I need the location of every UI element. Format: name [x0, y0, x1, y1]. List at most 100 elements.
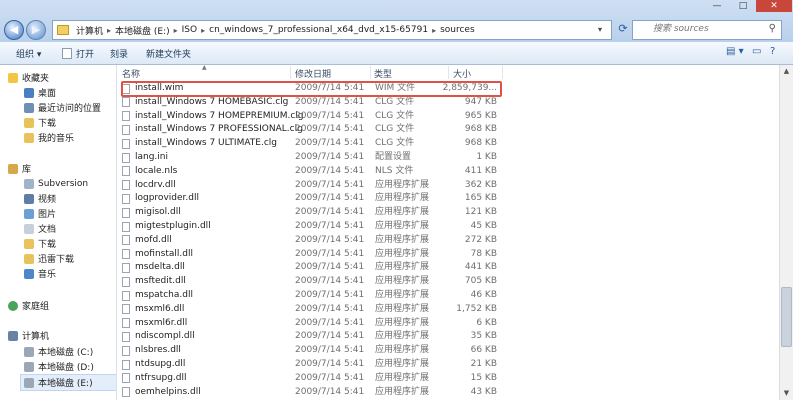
column-header-date[interactable]: 修改日期	[295, 65, 331, 81]
sidebar-item-computer[interactable]: 计算机	[8, 328, 49, 343]
file-type: 应用程序扩展	[375, 331, 430, 342]
search-box[interactable]: ⚲	[632, 20, 782, 40]
file-row[interactable]: migisol.dll 2009/7/14 5:41 应用程序扩展 121 KB	[118, 206, 778, 219]
refresh-icon[interactable]: ⟳	[614, 20, 632, 38]
sidebar-item-videos[interactable]: 视频	[24, 191, 56, 206]
sidebar-item-lib-music[interactable]: 音乐	[24, 266, 56, 281]
file-row[interactable]: ntdsupg.dll 2009/7/14 5:41 应用程序扩展 21 KB	[118, 358, 778, 371]
back-arrow-icon[interactable]: ◀	[4, 20, 24, 40]
search-input[interactable]	[653, 21, 777, 37]
sidebar-item-libraries[interactable]: 库	[8, 161, 31, 176]
file-row[interactable]: install_Windows 7 PROFESSIONAL.clg 2009/7…	[118, 123, 778, 136]
minimize-button[interactable]: —	[704, 0, 730, 12]
column-divider[interactable]	[502, 66, 503, 79]
file-name-cell: migtestplugin.dll	[122, 220, 211, 233]
column-header-type[interactable]: 类型	[374, 65, 392, 81]
preview-pane-icon[interactable]: ▭	[752, 46, 761, 57]
address-bar[interactable]: 计算机 ▸ 本地磁盘 (E:) ▸ ISO ▸ cn_windows_7_professio…	[52, 20, 612, 40]
file-name: msxml6.dll	[135, 303, 185, 314]
file-name-cell: install_Windows 7 ULTIMATE.clg	[122, 137, 277, 150]
file-icon	[122, 193, 130, 204]
file-row[interactable]: msxml6.dll 2009/7/14 5:41 应用程序扩展 1,752 KB	[118, 303, 778, 316]
file-row[interactable]: install_Windows 7 HOMEBASIC.clg 2009/7/14…	[118, 96, 778, 109]
file-icon	[122, 387, 130, 398]
sidebar-item-drive-d[interactable]: 本地磁盘 (D:)	[24, 359, 94, 374]
file-row[interactable]: install_Windows 7 HOMEPREMIUM.clg 2009/7/…	[118, 110, 778, 123]
file-row[interactable]: locale.nls 2009/7/14 5:41 NLS 文件 411 KB	[118, 165, 778, 178]
new-folder-button[interactable]: 新建文件夹	[146, 47, 191, 60]
sidebar-item-downloads[interactable]: 下载	[24, 115, 56, 130]
vertical-scrollbar[interactable]: ▲ ▼	[779, 65, 793, 400]
column-divider[interactable]	[290, 66, 291, 79]
breadcrumb-item[interactable]: ▸ cn_windows_7_professional_x64_dvd_x15-6…	[200, 24, 431, 37]
sidebar-item-lib-downloads[interactable]: 下载	[24, 236, 56, 251]
file-date: 2009/7/14 5:41	[295, 207, 365, 218]
sidebar-item-desktop[interactable]: 桌面	[24, 85, 56, 100]
file-row[interactable]: logprovider.dll 2009/7/14 5:41 应用程序扩展 165 K…	[118, 192, 778, 205]
file-row[interactable]: msftedit.dll 2009/7/14 5:41 应用程序扩展 705 KB	[118, 275, 778, 288]
burn-button[interactable]: 刻录	[110, 47, 128, 60]
file-name: oemhelpins.dll	[135, 386, 201, 397]
column-divider[interactable]	[370, 66, 371, 79]
scroll-down-icon[interactable]: ▼	[781, 388, 792, 399]
sidebar-item-homegroup[interactable]: 家庭组	[8, 298, 49, 313]
sidebar-item-subversion[interactable]: Subversion	[24, 176, 88, 191]
file-row[interactable]: msdelta.dll 2009/7/14 5:41 应用程序扩展 441 KB	[118, 261, 778, 274]
address-dropdown-icon[interactable]: ▾	[598, 25, 602, 34]
music-note-icon	[24, 268, 34, 279]
breadcrumb-item[interactable]: ▸ sources	[431, 24, 478, 37]
file-row[interactable]: mspatcha.dll 2009/7/14 5:41 应用程序扩展 46 KB	[118, 289, 778, 302]
help-icon[interactable]: ?	[770, 46, 775, 57]
sidebar-item-documents[interactable]: 文档	[24, 221, 56, 236]
maximize-button[interactable]: □	[730, 0, 756, 12]
navigation-pane: 收藏夹 桌面 最近访问的位置 下载 我的音乐 库 Subversion 视频 图…	[0, 65, 117, 400]
open-button[interactable]: 打开	[62, 47, 94, 60]
file-row[interactable]: migtestplugin.dll 2009/7/14 5:41 应用程序扩展 45 …	[118, 220, 778, 233]
sidebar-item-label: 本地磁盘 (D:)	[38, 363, 94, 373]
column-header-size[interactable]: 大小	[453, 65, 471, 81]
file-row[interactable]: msxml6r.dll 2009/7/14 5:41 应用程序扩展 6 KB	[118, 317, 778, 330]
sidebar-item-thunder-downloads[interactable]: 迅雷下载	[24, 251, 74, 266]
sidebar-item-drive-e[interactable]: 本地磁盘 (E:)	[20, 374, 116, 391]
file-row[interactable]: nlsbres.dll 2009/7/14 5:41 应用程序扩展 66 KB	[118, 344, 778, 357]
column-divider[interactable]	[448, 66, 449, 79]
sidebar-item-drive-c[interactable]: 本地磁盘 (C:)	[24, 344, 93, 359]
file-row[interactable]: install_Windows 7 ULTIMATE.clg 2009/7/14 …	[118, 137, 778, 150]
scroll-thumb[interactable]	[781, 287, 792, 347]
file-type: 配置设置	[375, 152, 412, 162]
file-type: CLG 文件	[375, 110, 415, 121]
file-row[interactable]: mofinstall.dll 2009/7/14 5:41 应用程序扩展 78 KB	[118, 248, 778, 261]
file-name-cell: mspatcha.dll	[122, 289, 193, 302]
file-row[interactable]: lang.ini 2009/7/14 5:41 配置设置 1 KB	[118, 151, 778, 164]
file-date: 2009/7/14 5:41	[295, 124, 365, 135]
file-date: 2009/7/14 5:41	[295, 248, 365, 259]
file-row[interactable]: ndiscompl.dll 2009/7/14 5:41 应用程序扩展 35 KB	[118, 330, 778, 343]
file-type: 应用程序扩展	[375, 359, 430, 369]
search-icon[interactable]: ⚲	[769, 23, 776, 34]
sidebar-item-pictures[interactable]: 图片	[24, 206, 56, 221]
organize-button[interactable]: 组织 ▾	[16, 47, 41, 60]
sidebar-item-favorites[interactable]: 收藏夹	[8, 70, 49, 85]
view-options-icon[interactable]: ▤ ▾	[726, 46, 744, 57]
scroll-up-icon[interactable]: ▲	[781, 66, 792, 77]
sidebar-item-label: 最近访问的位置	[38, 104, 102, 114]
breadcrumb-item[interactable]: 计算机	[73, 24, 106, 37]
close-button[interactable]: ✕	[756, 0, 792, 12]
file-name: locdrv.dll	[135, 179, 176, 190]
column-header-name[interactable]: 名称	[122, 65, 140, 81]
file-row[interactable]: ntfrsupg.dll 2009/7/14 5:41 应用程序扩展 15 KB	[118, 372, 778, 385]
file-size: 78 KB	[470, 248, 497, 259]
file-row[interactable]: locdrv.dll 2009/7/14 5:41 应用程序扩展 362 KB	[118, 179, 778, 192]
file-row[interactable]: oemhelpins.dll 2009/7/14 5:41 应用程序扩展 43 KB	[118, 386, 778, 399]
sidebar-item-recent[interactable]: 最近访问的位置	[24, 100, 101, 115]
file-size: 1,752 KB	[456, 303, 497, 314]
breadcrumb: 计算机 ▸ 本地磁盘 (E:) ▸ ISO ▸ cn_windows_7_professio…	[73, 24, 478, 37]
file-row[interactable]: mofd.dll 2009/7/14 5:41 应用程序扩展 272 KB	[118, 234, 778, 247]
breadcrumb-item[interactable]: ▸ ISO	[173, 24, 200, 37]
file-name-cell: msftedit.dll	[122, 275, 186, 288]
breadcrumb-item[interactable]: ▸ 本地磁盘 (E:)	[106, 24, 173, 37]
sidebar-item-music[interactable]: 我的音乐	[24, 130, 74, 145]
file-name: install_Windows 7 ULTIMATE.clg	[135, 138, 278, 149]
forward-arrow-icon[interactable]: ▶	[26, 20, 46, 40]
file-name-cell: locale.nls	[122, 165, 177, 178]
